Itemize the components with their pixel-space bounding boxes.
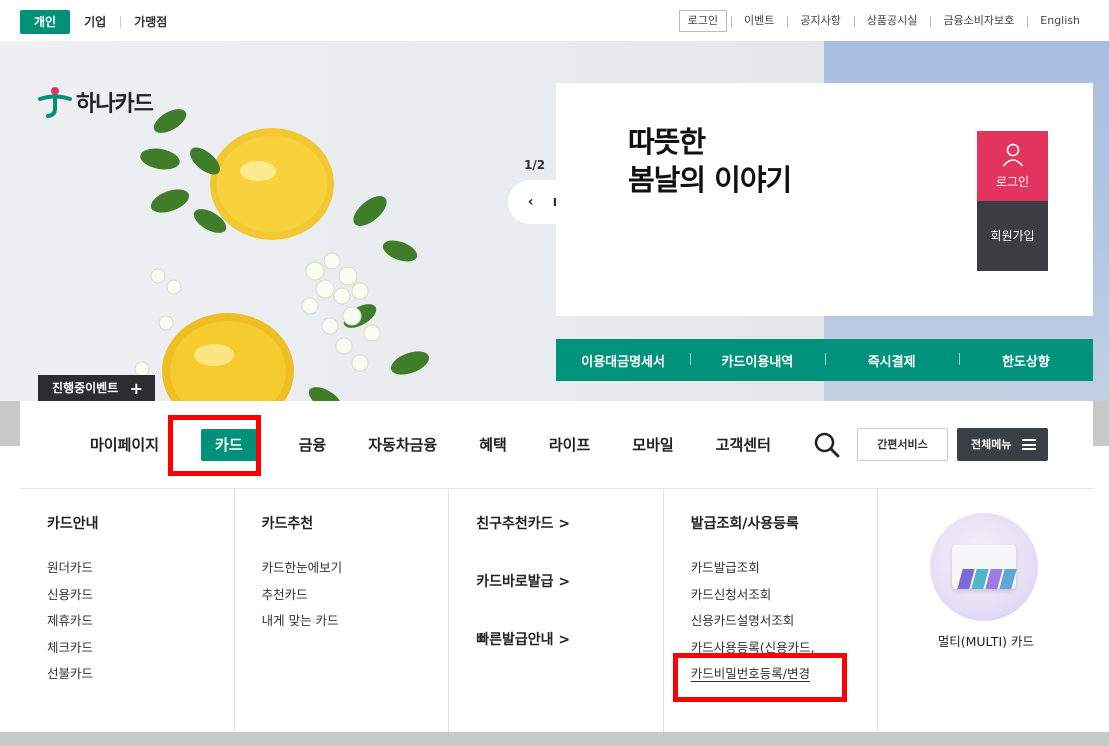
segment-business[interactable]: 기업	[70, 10, 120, 34]
col-heading[interactable]: 발급조회/사용등록	[691, 513, 878, 533]
page-bottom-band	[0, 732, 1109, 746]
user-icon	[1002, 143, 1023, 167]
search-icon[interactable]	[813, 431, 841, 459]
honey-flowers-illustration	[134, 109, 430, 421]
simple-service-button[interactable]: 간편서비스	[857, 428, 948, 461]
col-heading[interactable]: 카드추천	[262, 513, 449, 533]
link-consumer-protection[interactable]: 금융소비자보호	[930, 10, 1027, 32]
gnb-mobile[interactable]: 모바일	[632, 429, 673, 461]
quick-links-bar: 이용대금명세서 카드이용내역 즉시결제 한도상향	[556, 339, 1093, 381]
quick-statement[interactable]: 이용대금명세서	[556, 351, 690, 370]
hero-section: 하나카드 1/2 ‹ 따뜻한 봄날의 이야기 로그인 회원가입 이용대금명세서 …	[0, 41, 1109, 446]
link-check-card[interactable]: 체크카드	[47, 635, 234, 662]
link-prepaid-card[interactable]: 선불카드	[47, 661, 234, 688]
gnb-customer-center[interactable]: 고객센터	[716, 429, 771, 461]
full-menu-button[interactable]: 전체메뉴	[957, 428, 1048, 461]
hamburger-icon	[1022, 439, 1036, 450]
link-notices[interactable]: 공지사항	[787, 10, 853, 32]
link-recommended-cards[interactable]: 추천카드	[262, 582, 449, 609]
link-product-disclosure[interactable]: 상품공시실	[853, 10, 931, 32]
link-cards-for-me[interactable]: 내게 맞는 카드	[262, 608, 449, 635]
link-english[interactable]: English	[1027, 10, 1093, 32]
link-friend-referral-card[interactable]: 친구추천카드 >	[476, 513, 663, 533]
event-label: 진행중이벤트	[52, 381, 119, 395]
quick-usage-history[interactable]: 카드이용내역	[690, 351, 824, 370]
mega-col-quick-issue: 친구추천카드 > 카드바로발급 > 빠른발급안내 >	[449, 489, 664, 732]
col-heading[interactable]: 카드안내	[47, 513, 234, 533]
mega-col-card-guide: 카드안내 원더카드 신용카드 제휴카드 체크카드 선불카드	[20, 489, 235, 732]
link-instant-issue[interactable]: 카드바로발급 >	[476, 571, 663, 591]
link-fast-issue-guide[interactable]: 빠른발급안내 >	[476, 629, 663, 649]
link-issue-inquiry[interactable]: 카드발급조회	[691, 555, 878, 582]
prev-slide-icon[interactable]: ‹	[528, 194, 534, 210]
link-partner-card[interactable]: 제휴카드	[47, 608, 234, 635]
segment-merchant[interactable]: 가맹점	[120, 10, 181, 34]
gnb-mypage[interactable]: 마이페이지	[90, 429, 159, 461]
gnb-benefits[interactable]: 혜택	[479, 429, 507, 461]
highlight-pin-change	[673, 653, 847, 702]
mega-col-card-recommend: 카드추천 카드한눈에보기 추천카드 내게 맞는 카드	[235, 489, 450, 732]
mega-col-featured: 멀티(MULTI) 카드	[878, 489, 1093, 732]
hana-logo-icon	[38, 87, 72, 118]
card-mega-menu: 카드안내 원더카드 신용카드 제휴카드 체크카드 선불카드 카드추천 카드한눈에…	[20, 489, 1093, 732]
ongoing-events-button[interactable]: 진행중이벤트 +	[38, 375, 155, 402]
plus-icon: +	[129, 379, 143, 398]
link-events[interactable]: 이벤트	[730, 10, 787, 32]
link-wonder-card[interactable]: 원더카드	[47, 555, 234, 582]
link-credit-card[interactable]: 신용카드	[47, 582, 234, 609]
multi-card-label[interactable]: 멀티(MULTI) 카드	[878, 631, 1093, 650]
utility-links: 로그인 이벤트 공지사항 상품공시실 금융소비자보호 English	[678, 10, 1093, 32]
slide-pager: 1/2	[524, 158, 546, 172]
quick-instant-payment[interactable]: 즉시결제	[824, 351, 959, 370]
banner-join-button[interactable]: 회원가입	[977, 201, 1048, 271]
link-card-overview[interactable]: 카드한눈에보기	[262, 555, 449, 582]
promo-banner[interactable]: 따뜻한 봄날의 이야기 로그인 회원가입	[556, 83, 1093, 316]
quick-limit-increase[interactable]: 한도상향	[958, 351, 1093, 370]
login-label: 로그인	[995, 175, 1030, 189]
highlight-card-menu	[168, 415, 261, 476]
gnb-life[interactable]: 라이프	[549, 429, 590, 461]
top-utility-bar: 개인 기업 가맹점 로그인 이벤트 공지사항 상품공시실 금융소비자보호 Eng…	[0, 0, 1109, 41]
top-login-button[interactable]: 로그인	[678, 10, 727, 32]
gnb-auto-finance[interactable]: 자동차금융	[368, 429, 437, 461]
segment-personal[interactable]: 개인	[20, 10, 71, 34]
banner-title: 따뜻한 봄날의 이야기	[628, 125, 792, 197]
multi-card-image[interactable]	[930, 513, 1039, 621]
gnb-finance[interactable]: 금융	[299, 429, 327, 461]
link-application-inquiry[interactable]: 카드신청서조회	[691, 582, 878, 609]
link-credit-card-manual[interactable]: 신용카드설명서조회	[691, 608, 878, 635]
full-menu-label: 전체메뉴	[971, 438, 1012, 451]
customer-type-switch: 개인 기업 가맹점	[20, 10, 181, 34]
banner-login-button[interactable]: 로그인	[977, 131, 1048, 201]
